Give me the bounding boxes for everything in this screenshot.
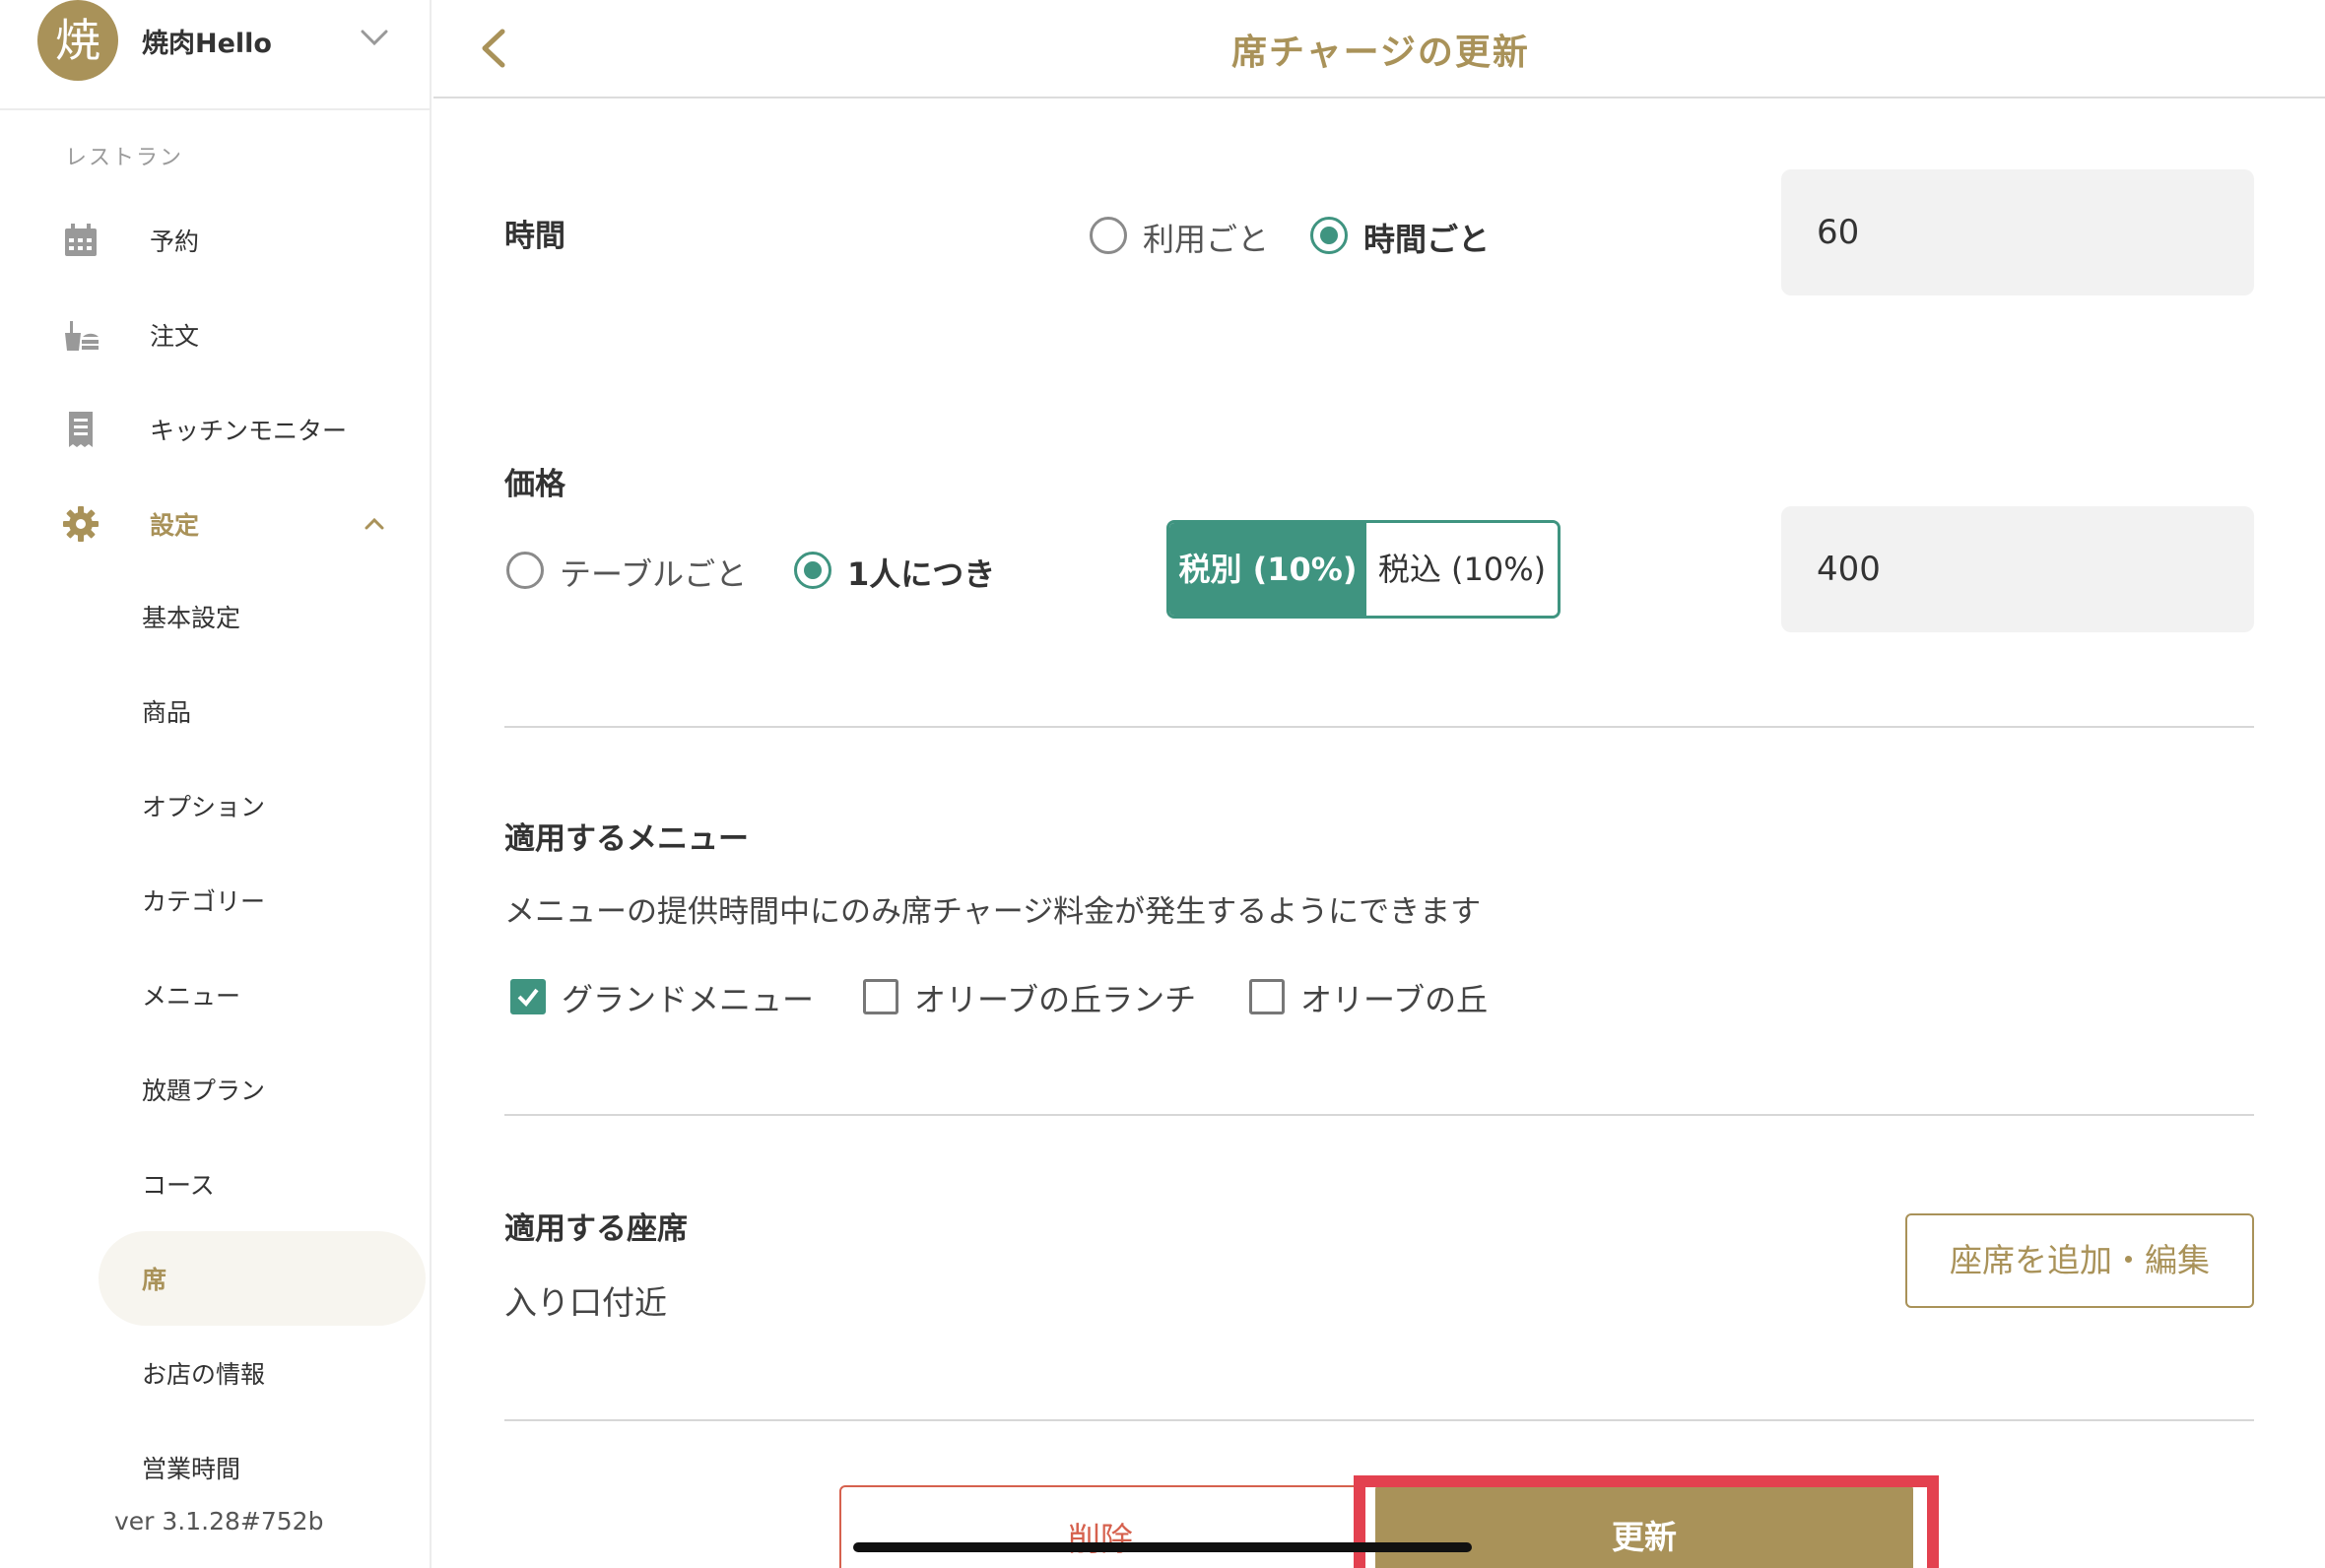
tax-included-option[interactable]: 税込 (10%) (1366, 523, 1558, 616)
sidebar-item-label: 注文 (150, 322, 200, 351)
time-label: 時間 (504, 219, 565, 254)
sidebar-item-kitchen-monitor[interactable]: キッチンモニター (0, 396, 432, 459)
time-value: 60 (1817, 213, 1860, 252)
checkbox-box (510, 979, 546, 1014)
sidebar-subitem-label: 席 (142, 1266, 167, 1294)
checkbox-olive-lunch[interactable]: オリーブの丘ランチ (859, 971, 1214, 1020)
radio-per-use[interactable]: 利用ごと (1090, 211, 1287, 260)
section-label: レストラン (65, 146, 184, 170)
sidebar-subitem-basic-settings[interactable]: 基本設定 (0, 585, 432, 648)
sidebar-item-label: 設定 (150, 511, 200, 540)
price-label: 価格 (504, 467, 565, 502)
version-label: ver 3.1.28#752b (114, 1507, 324, 1535)
restaurant-name: 焼肉Hello (142, 29, 272, 59)
sidebar-subitem-label: 基本設定 (142, 604, 241, 632)
divider (504, 726, 2254, 728)
radio-label: 1人につき (847, 555, 996, 593)
sidebar: 焼 焼肉Hello レストラン 予約 注文 キッチンモニター 設定 基本設定 商… (0, 0, 432, 1568)
radio-circle (506, 552, 544, 589)
delete-button[interactable]: 削除 (839, 1485, 1362, 1568)
radio-label: 時間ごと (1363, 221, 1491, 258)
checkbox-grand-menu[interactable]: グランドメニュー (506, 971, 831, 1020)
divider (504, 1419, 2254, 1421)
price-value: 400 (1817, 550, 1881, 589)
sidebar-item-label: キッチンモニター (150, 417, 348, 445)
checkbox-label: グランドメニュー (562, 981, 815, 1018)
page-header: 席チャージの更新 (433, 0, 2325, 98)
sidebar-subitem-products[interactable]: 商品 (0, 680, 432, 743)
sidebar-item-label: 予約 (150, 228, 200, 256)
tax-excluded-option[interactable]: 税別 (10%) (1169, 523, 1366, 616)
sidebar-subitem-options[interactable]: オプション (0, 774, 432, 837)
sidebar-subitem-seats[interactable]: 席 (0, 1231, 432, 1326)
radio-circle (1310, 217, 1348, 254)
sidebar-item-order[interactable]: 注文 (0, 301, 432, 364)
seat-value: 入り口付近 (504, 1283, 667, 1322)
checkbox-olive[interactable]: オリーブの丘 (1245, 971, 1521, 1020)
home-indicator (853, 1542, 1472, 1552)
calendar-icon (65, 224, 97, 256)
menus-label: 適用するメニュー (504, 821, 749, 857)
sidebar-subitem-label: 放題プラン (142, 1077, 266, 1105)
radio-circle (794, 552, 831, 589)
restaurant-switcher[interactable]: 焼 焼肉Hello (0, 0, 432, 110)
tax-toggle: 税別 (10%) 税込 (10%) (1166, 520, 1561, 619)
sidebar-item-reservation[interactable]: 予約 (0, 207, 432, 270)
radio-per-table[interactable]: テーブルごと (506, 546, 772, 595)
radio-circle (1090, 217, 1127, 254)
seats-label: 適用する座席 (504, 1211, 688, 1247)
checkbox-box (863, 979, 898, 1014)
divider (504, 1114, 2254, 1116)
avatar: 焼 (37, 0, 118, 81)
sidebar-subitem-label: カテゴリー (142, 887, 266, 916)
checkbox-box (1249, 979, 1285, 1014)
sidebar-subitem-label: 商品 (142, 698, 192, 727)
order-icon (65, 321, 99, 351)
time-input[interactable]: 60 (1781, 169, 2254, 295)
sidebar-subitem-categories[interactable]: カテゴリー (0, 869, 432, 932)
sidebar-subitem-label: コース (142, 1171, 215, 1200)
sidebar-item-settings[interactable]: 設定 (0, 490, 432, 554)
gear-icon (63, 506, 99, 542)
highlight-box (1354, 1475, 1939, 1568)
chevron-up-icon[interactable] (361, 510, 388, 538)
sidebar-subitem-label: お店の情報 (142, 1360, 266, 1389)
radio-label: 利用ごと (1143, 221, 1270, 258)
edit-seats-button[interactable]: 座席を追加・編集 (1905, 1213, 2254, 1308)
checkbox-label: オリーブの丘 (1300, 981, 1489, 1018)
page-title: 席チャージの更新 (1231, 33, 1530, 73)
sidebar-subitem-store-info[interactable]: お店の情報 (0, 1341, 432, 1405)
price-input[interactable]: 400 (1781, 506, 2254, 632)
sidebar-subitem-label: オプション (142, 793, 266, 821)
checkbox-label: オリーブの丘ランチ (914, 981, 1197, 1018)
check-icon (517, 988, 539, 1008)
menus-description: メニューの提供時間中にのみ席チャージ料金が発生するようにできます (504, 894, 1482, 930)
sidebar-subitem-courses[interactable]: コース (0, 1152, 432, 1215)
chevron-down-icon[interactable] (357, 20, 392, 55)
radio-per-person[interactable]: 1人につき (794, 546, 1030, 595)
sidebar-subitem-all-you-can-plans[interactable]: 放題プラン (0, 1058, 432, 1121)
radio-per-hour[interactable]: 時間ごと (1310, 211, 1507, 260)
receipt-icon (69, 412, 93, 447)
radio-label: テーブルごと (560, 555, 748, 593)
sidebar-subitem-menu[interactable]: メニュー (0, 963, 432, 1026)
sidebar-subitem-label: 営業時間 (142, 1455, 241, 1483)
sidebar-subitem-business-hours[interactable]: 営業時間 (0, 1436, 432, 1499)
sidebar-subitem-label: メニュー (142, 982, 241, 1011)
